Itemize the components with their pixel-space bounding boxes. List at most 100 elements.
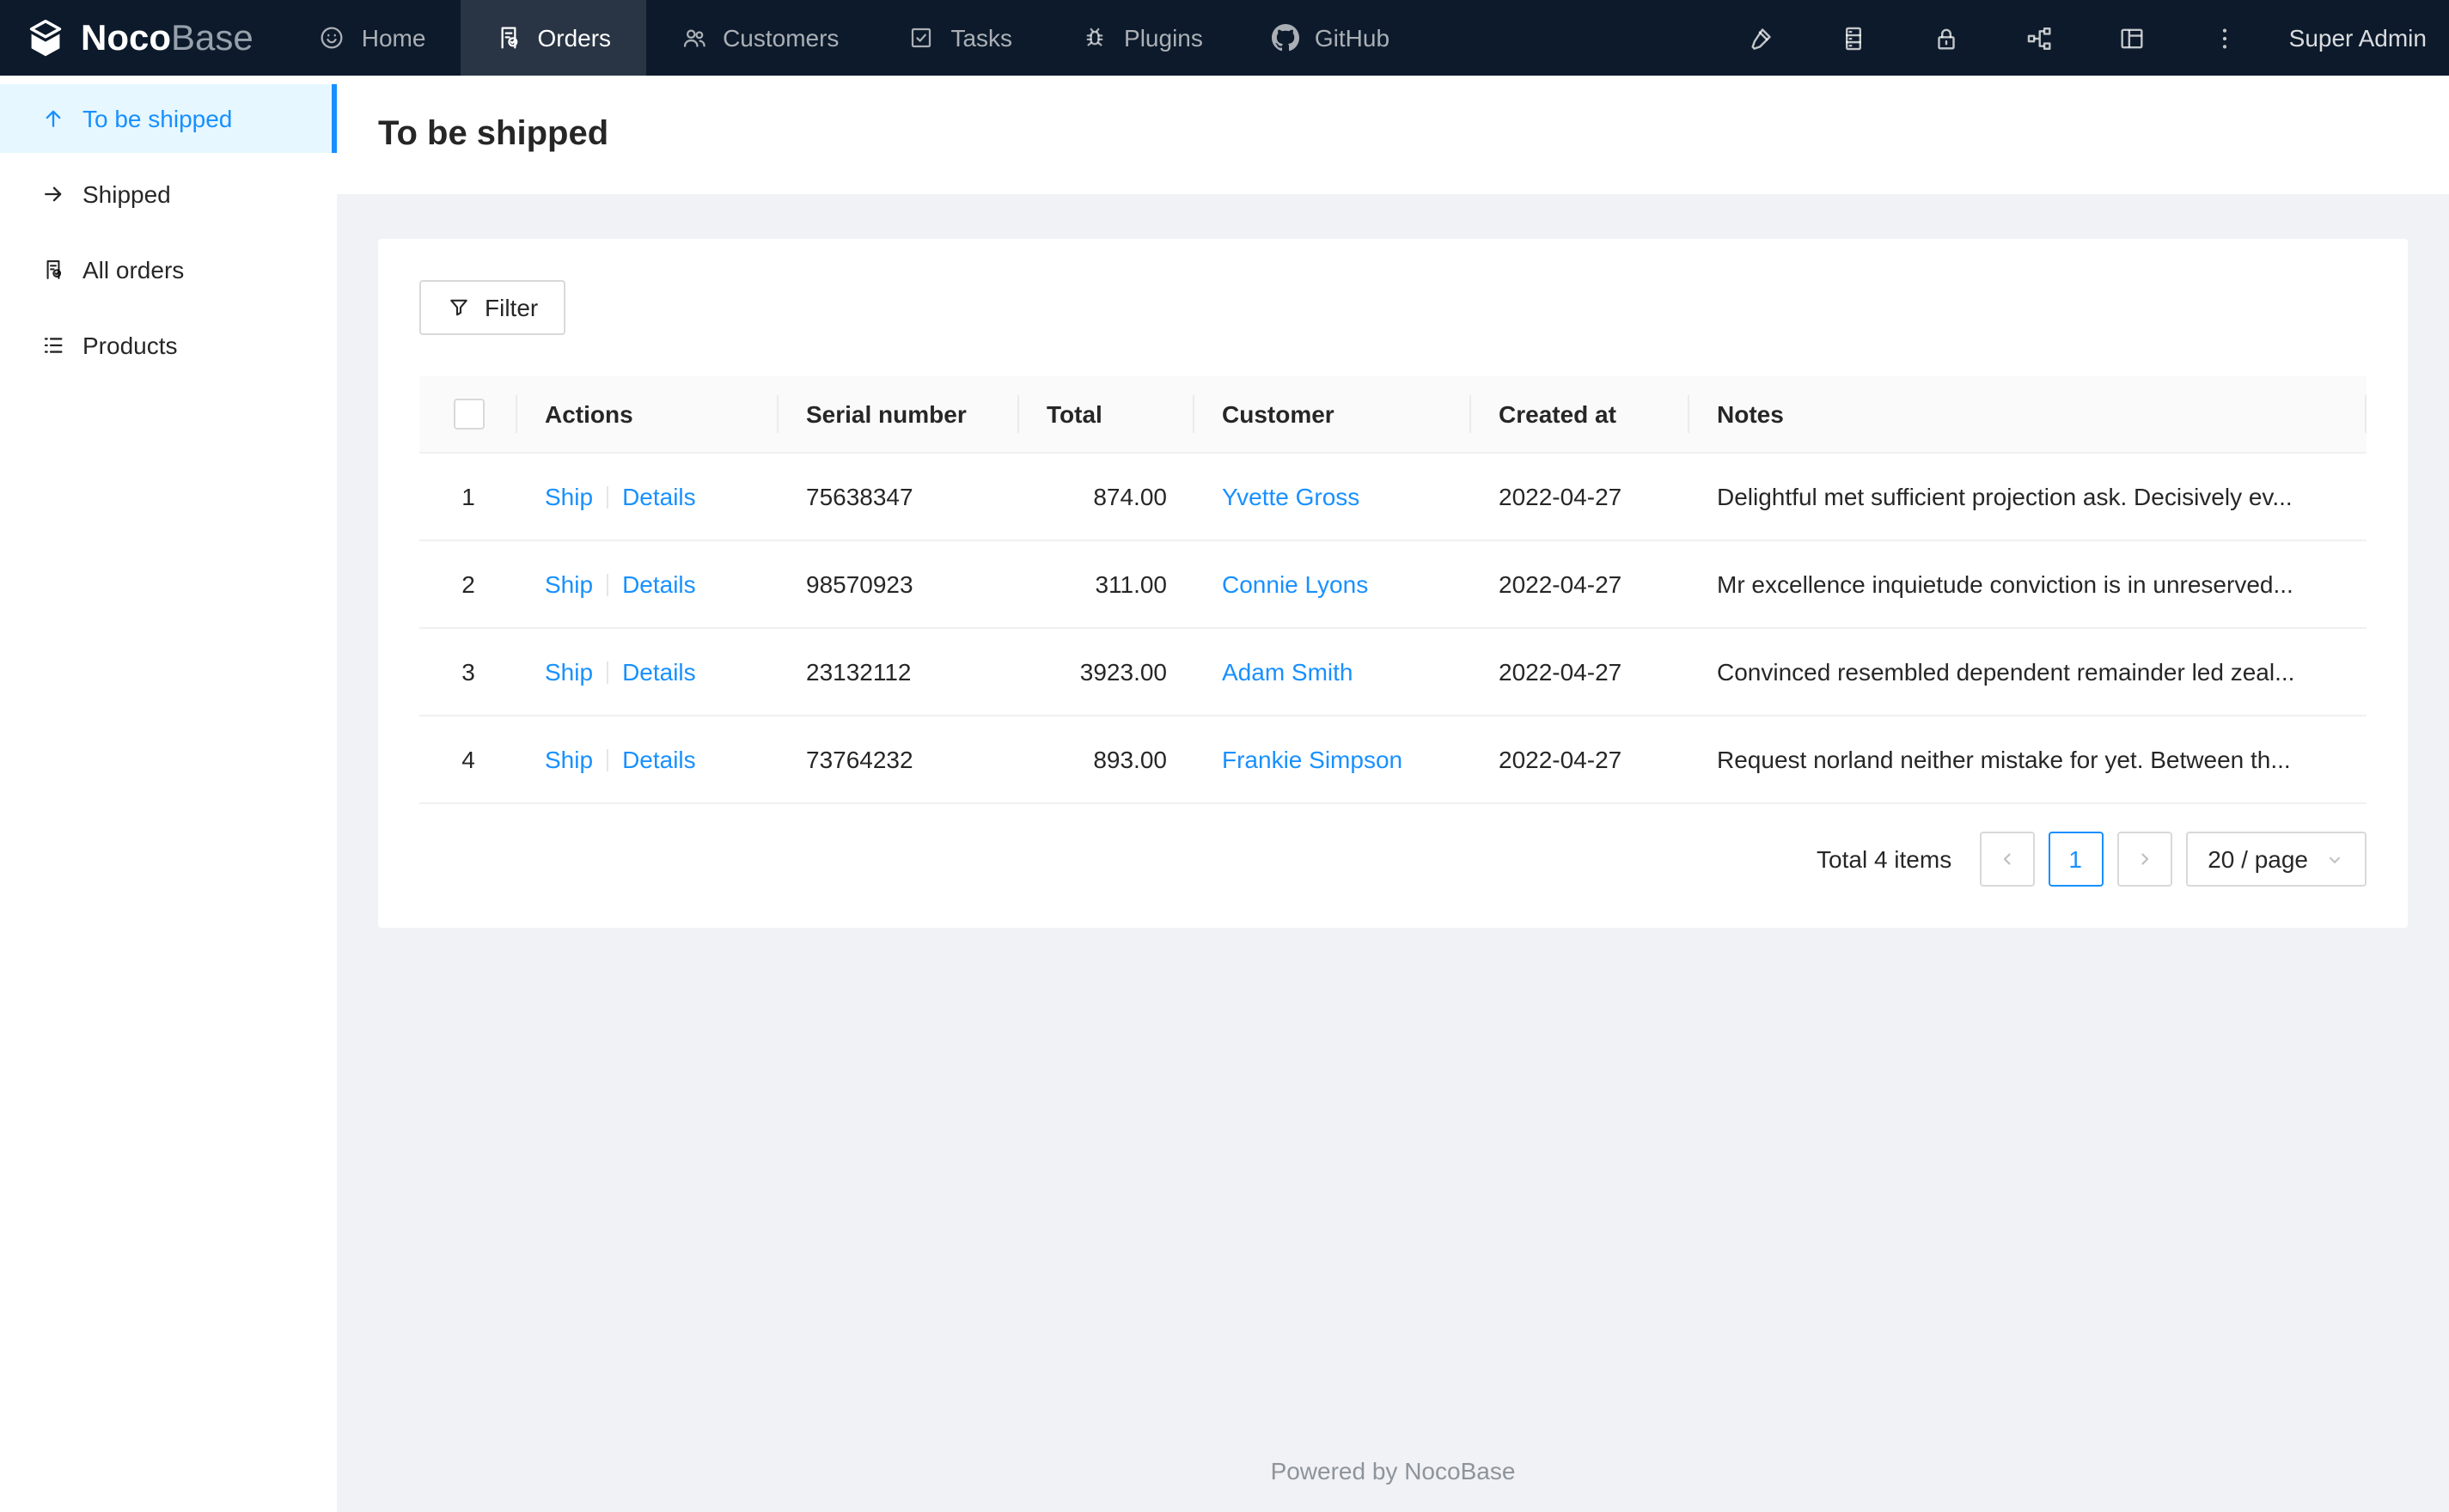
ship-link[interactable]: Ship [545,571,593,599]
details-link[interactable]: Details [622,484,696,511]
total-cell: 893.00 [1019,716,1194,805]
row-actions-cell: Ship Details [517,716,779,805]
page-size-select[interactable]: 20 / page [2185,832,2367,887]
ui-editor-button[interactable] [1715,0,1808,76]
customer-cell: Connie Lyons [1194,540,1471,630]
nav-item-label: Customers [723,24,840,52]
logo-text: NocoBase [81,20,253,56]
notes-cell: Delightful met sufficient projection ask… [1689,453,2367,542]
select-all-checkbox[interactable] [453,399,484,430]
nav-item-label: GitHub [1314,24,1390,52]
pagination-page-1[interactable]: 1 [2048,832,2104,887]
sidebar-item-products[interactable]: Products [0,311,337,380]
pagination-next-button[interactable] [2116,832,2172,887]
user-menu[interactable]: Super Admin [2272,24,2449,52]
table-row: 3 Ship Details 23132112 3923.00 Adam Smit… [419,628,2367,717]
sidebar-item-to-be-shipped[interactable]: To be shipped [0,84,337,153]
sidebar-item-all-orders[interactable]: All orders [0,235,337,304]
column-header-customer: Customer [1194,376,1471,454]
ship-link[interactable]: Ship [545,659,593,686]
column-header-created-at: Created at [1471,376,1689,454]
created-at-cell: 2022-04-27 [1471,628,1689,717]
github-icon [1271,24,1299,52]
content-area: Filter Actions Serial number Total Custo… [337,194,2449,1512]
actions-divider [607,749,609,772]
sidebar-item-label: Products [82,332,178,359]
actions-divider [607,662,609,685]
page-size-value: 20 / page [2208,845,2308,874]
more-menu-button[interactable] [2179,0,2272,76]
main-nav-menu: Home Orders Customers Tasks Plugins GitH… [284,0,1424,76]
nav-item-orders[interactable]: Orders [460,0,646,76]
column-header-serial-number: Serial number [779,376,1019,454]
nocobase-logo[interactable]: NocoBase [0,0,284,76]
nav-item-home[interactable]: Home [284,0,461,76]
filter-icon [450,299,467,316]
nav-item-tasks[interactable]: Tasks [873,0,1047,76]
table-row: 1 Ship Details 75638347 874.00 Yvette Gro… [419,453,2367,542]
row-actions-cell: Ship Details [517,540,779,630]
filter-button[interactable]: Filter [419,280,566,335]
powered-by-footer: Powered by NocoBase [1270,1457,1516,1485]
nav-item-label: Tasks [950,24,1013,52]
customer-cell: Adam Smith [1194,628,1471,717]
row-index: 2 [461,570,475,599]
details-link[interactable]: Details [622,659,696,686]
nav-item-customers[interactable]: Customers [645,0,873,76]
row-index: 4 [461,746,475,774]
sidebar-item-shipped[interactable]: Shipped [0,160,337,229]
notes-cell: Convinced resembled dependent remainder … [1689,628,2367,717]
created-at-cell: 2022-04-27 [1471,716,1689,805]
table-header: Actions Serial number Total Customer Cre… [419,376,2367,454]
more-vertical-icon [2223,27,2227,48]
robot-icon [1086,27,1103,46]
pagination-prev-button[interactable] [1979,832,2035,887]
customer-link[interactable]: Frankie Simpson [1222,747,1402,774]
row-index-cell: 4 [419,716,517,805]
nocobase-cube-logo-icon [29,18,62,56]
orders-table-card: Filter Actions Serial number Total Custo… [378,239,2408,929]
logo-text-bold: Noco [81,18,171,58]
sidebar-item-label: To be shipped [82,105,233,132]
smile-icon [321,27,344,49]
workflow-button[interactable] [1994,0,2086,76]
lock-icon [1938,27,1956,49]
file-done-icon [46,260,62,279]
logo-text-light: Base [171,18,253,58]
page-header: To be shipped [337,76,2449,194]
page-title: To be shipped [378,115,609,153]
orders-table: Actions Serial number Total Customer Cre… [419,376,2367,805]
details-link[interactable]: Details [622,747,696,774]
row-index-cell: 1 [419,453,517,542]
nav-item-github[interactable]: GitHub [1237,0,1424,76]
nav-item-plugins[interactable]: Plugins [1047,0,1237,76]
customer-link[interactable]: Connie Lyons [1222,571,1368,599]
column-header-actions: Actions [517,376,779,454]
serial-number-cell: 75638347 [779,453,1019,542]
chevron-right-icon [2141,853,2148,866]
chevron-down-icon [2329,857,2341,863]
layout-icon [2122,27,2144,48]
collections-button[interactable] [1808,0,1901,76]
database-icon [1846,26,1862,50]
arrow-right-icon [45,186,62,202]
nav-item-label: Orders [537,24,612,52]
serial-number-cell: 23132112 [779,628,1019,717]
arrow-up-icon [46,110,61,127]
customer-link[interactable]: Yvette Gross [1222,484,1359,511]
main-area: To be shipped Filter Actions Serial numb… [337,76,2449,1512]
created-at-cell: 2022-04-27 [1471,453,1689,542]
app-window: NocoBase Home Orders Customers Tasks Plu… [0,0,2449,1512]
total-cell: 311.00 [1019,540,1194,630]
highlighter-icon [1752,27,1772,49]
layout-template-button[interactable] [2086,0,2179,76]
customer-cell: Yvette Gross [1194,453,1471,542]
customer-link[interactable]: Adam Smith [1222,659,1353,686]
ship-link[interactable]: Ship [545,747,593,774]
total-cell: 874.00 [1019,453,1194,542]
layout-body: To be shipped Shipped All orders Product… [0,76,2449,1512]
permissions-button[interactable] [1901,0,1994,76]
nav-item-label: Home [361,24,426,52]
ship-link[interactable]: Ship [545,484,593,511]
details-link[interactable]: Details [622,571,696,599]
